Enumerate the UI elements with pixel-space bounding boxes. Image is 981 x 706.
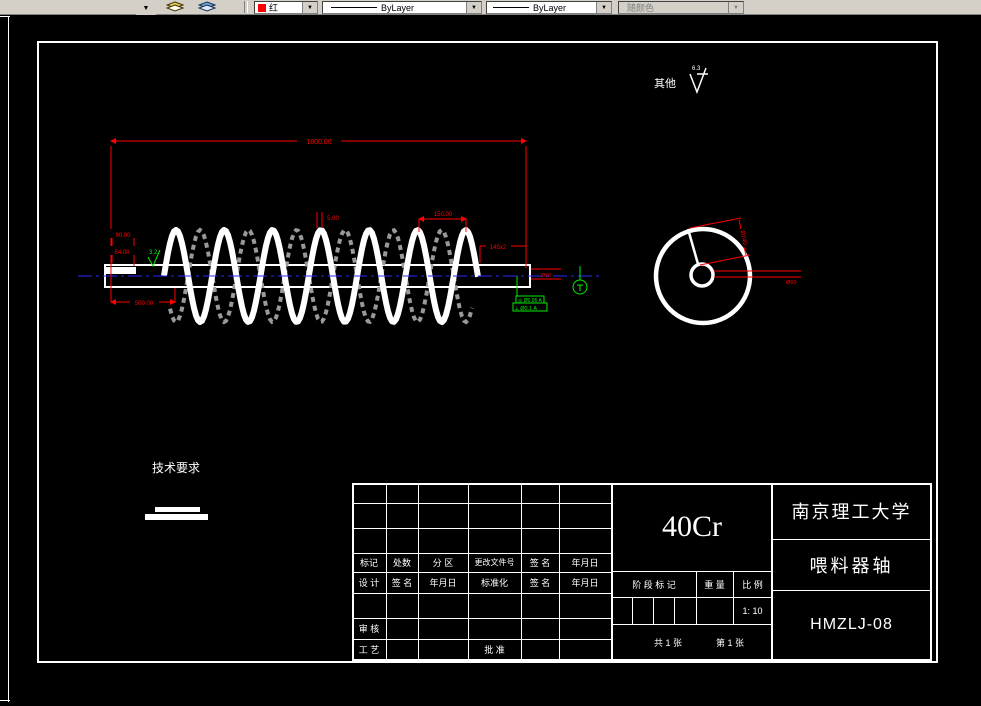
tolerance-top-text: ◎ Ø0.05 A [518, 298, 542, 304]
plotstyle-dropdown-arrow: ▼ [728, 2, 743, 13]
lineweight-control[interactable]: ByLayer ▼ [486, 1, 612, 14]
dim-overall: 1800.00 [306, 139, 331, 146]
tb-label-design: 设 计 [358, 578, 380, 588]
dim-left-inner: 64.00 [114, 250, 130, 256]
dim-flight-thickness: 5.00 [327, 216, 339, 222]
linetype-sample [331, 7, 377, 8]
linetype-control[interactable]: ByLayer ▼ [322, 1, 482, 14]
other-roughness-value: 6.3 [692, 66, 701, 72]
color-dropdown-arrow[interactable]: ▼ [302, 2, 317, 13]
lineweight-sample [493, 7, 529, 8]
plotstyle-label: 随颜色 [627, 3, 655, 13]
tb-label-changefile: 更改文件号 [474, 558, 515, 567]
tb-label-sign1: 签 名 [529, 558, 551, 568]
toolbar-dropdown-button[interactable]: ▼ [136, 1, 156, 15]
color-control[interactable]: 红 ▼ [254, 1, 318, 14]
dim-chamfer: 145x2 [490, 245, 507, 251]
tech-req-title: 技术要求 [152, 461, 200, 475]
tb-label-sign3: 签 名 [529, 578, 551, 588]
tb-label-stage: 阶 段 标 记 [632, 579, 676, 590]
tb-part-name: 喂料器轴 [809, 555, 894, 576]
tb-label-review: 审 核 [358, 624, 380, 634]
left-edge-line [8, 16, 9, 702]
color-swatch [258, 3, 266, 12]
tb-label-sign2: 签 名 [391, 578, 413, 588]
plotstyle-control: 随颜色 ▼ [618, 1, 744, 14]
tb-scale-value: 1: 10 [742, 605, 763, 616]
tb-sheet-total: 共 1 张 [653, 637, 682, 648]
tb-label-mark: 标记 [359, 558, 378, 568]
tb-label-process: 工 艺 [358, 645, 380, 655]
tb-label-approve: 批 准 [484, 645, 505, 655]
left-edge-artifact-bottom [0, 700, 10, 701]
dim-end-shaft-dia: Ø60 [786, 280, 796, 286]
linetype-dropdown-arrow[interactable]: ▼ [466, 2, 481, 13]
linetype-label: ByLayer [381, 2, 415, 13]
other-note-label: 其他 [654, 77, 676, 90]
layer-stack-icon [198, 1, 217, 12]
tolerance-bottom-text: ⟂ Ø0.1 A [515, 306, 537, 312]
tb-material: 40Cr [662, 510, 722, 543]
tb-label-count: 处数 [392, 558, 411, 568]
tb-label-date1: 年月日 [571, 558, 599, 568]
make-layer-current-button[interactable] [198, 1, 220, 13]
roughness-value: 3.2 [149, 250, 158, 256]
tb-label-date2: 年月日 [429, 578, 457, 588]
tb-sheet-no: 第 1 张 [715, 637, 744, 648]
layers-icon [166, 1, 185, 12]
dim-shaft-dia: Ø60 [541, 273, 551, 279]
tb-label-date3: 年月日 [571, 578, 599, 588]
lineweight-label: ByLayer [533, 2, 567, 13]
tb-label-standard: 标准化 [480, 578, 508, 588]
tech-req-bar-1 [155, 507, 200, 512]
layer-properties-button[interactable] [166, 1, 188, 13]
tech-req-bar-2 [145, 514, 208, 520]
dim-pitch: 150.00 [434, 212, 453, 218]
dim-left-outer: 90.00 [115, 233, 131, 239]
properties-toolbar: ▼ 红 ▼ ByLayer ▼ ByLayer ▼ 随颜色 ▼ [0, 0, 981, 15]
color-label: 红 [269, 3, 279, 13]
lineweight-dropdown-arrow[interactable]: ▼ [596, 2, 611, 13]
tb-label-zone: 分 区 [432, 558, 454, 568]
toolbar-separator [244, 1, 248, 13]
tb-drawing-no: HMZLJ-08 [810, 616, 893, 633]
tb-label-scale: 比 例 [742, 579, 763, 590]
dim-left-segment: 500.00 [135, 301, 154, 307]
tb-company: 南京理工大学 [791, 502, 912, 522]
tb-label-weight: 重 量 [704, 579, 725, 590]
